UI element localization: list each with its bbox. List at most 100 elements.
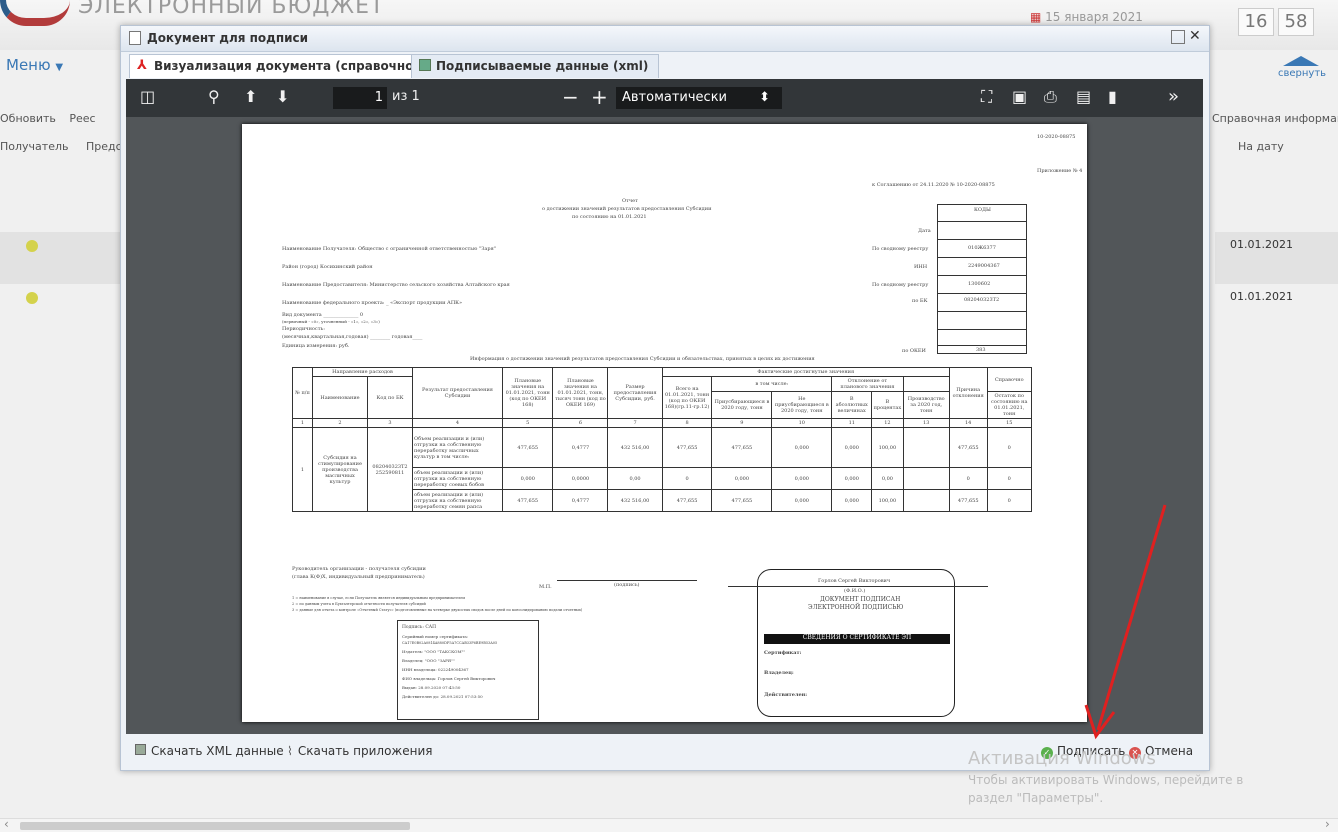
calendar-icon: ▦ [1030,10,1046,24]
label-date: Дата [918,228,931,234]
tab-xml[interactable]: Подписываемые данные (xml) [411,54,660,78]
cell: 432 516,00 [607,427,663,468]
th-pct: В процентах [871,391,904,419]
cell: 477,655 [501,427,554,468]
stamp-line: Серийный номер сертификата: [402,634,469,639]
page-number-input[interactable]: 1 [333,87,387,109]
doc-info-title: Информация о достижении значений результ… [470,356,815,362]
doc-line-period-value: (месячная,квартальная,годовая) ________ … [282,334,423,340]
cell: 432 516,00 [607,489,663,512]
bg-col-headers-left: Получатель Предс [0,140,122,153]
zoom-in-icon[interactable]: + [591,87,608,107]
cell: 0,000 [771,489,833,512]
pdf-icon: ⅄ [137,58,147,73]
cell: объем реализации и (или) отгрузки на соб… [412,467,503,490]
stamp-line: Издатель: "ООО "ТАКСКОМ"" [402,649,466,654]
stamp-line: ФИО владельца: Горлов Сергей Викторович [402,676,496,681]
col-on-date[interactable]: На дату [1238,140,1284,153]
sidebar-toggle-icon[interactable]: ◫ [140,87,155,107]
document-icon [129,31,141,45]
cell: объем реализации и (или) отгрузки на соб… [412,489,503,512]
signer-name: Горлов Сергей Викторович [818,578,891,584]
cell [902,427,950,468]
row-name: Субсидия на стимулирование производства … [312,427,368,512]
download-attachments-label: Скачать приложения [297,744,433,758]
label-inn: ИНН [914,264,928,270]
fio-label: (Ф.И.О.) [844,588,866,594]
cell [902,489,950,512]
cell: 477,655 [711,427,773,468]
close-icon[interactable]: ✕ [1189,28,1201,44]
th-rest: Остаток по состоянию на 01.01.2021, тонн [986,391,1032,419]
xml-icon [419,59,431,71]
cell: 0 [986,489,1032,512]
th-fact: Фактические достигнутые значения [661,367,950,377]
download-xml-button[interactable]: Скачать XML данные [135,744,284,758]
col-pred[interactable]: Предс [86,140,122,153]
sign-label-2: (глава К(Ф)Х, индивидуальный предпринима… [292,574,425,580]
label-reestr-2: По сводному реестру [872,282,929,288]
cell: 477,655 [661,427,713,468]
zoom-out-icon[interactable]: − [562,87,579,107]
tab-visualization-label: Визуализация документа (справочно) [154,59,419,73]
cert-field: Сертификат: [764,650,802,656]
bg-reference-info[interactable]: Справочная информация [1212,112,1338,125]
maximize-icon[interactable] [1171,30,1185,44]
select-arrows-icon: ⬍ [759,90,770,105]
tab-visualization[interactable]: ⅄ Визуализация документа (справочно) [129,54,430,78]
th-incl: в том числе: [711,376,833,392]
next-page-icon[interactable]: ⬇ [276,87,289,107]
cell: 0,000 [771,427,833,468]
bookmark-icon[interactable]: ▮ [1108,87,1117,107]
small-signature-stamp: Подпись: САП Серийный номер сертификата:… [397,620,539,720]
pdf-toolbar: ◫ ⚲ ⬆ ⬇ 1 из 1 − + Автоматически ⬍ ⛶ ▣ ⎙ … [126,79,1203,117]
th-abs: В абсолютных величинах [831,391,873,419]
zoom-value: Автоматически [622,90,728,105]
th-total: Всего на 01.01.2021, тонн (код по ОКЕИ 1… [661,376,713,419]
cell: 0,4777 [552,489,609,512]
colnum: 6 [552,418,609,428]
colnum: 5 [501,418,554,428]
watermark-line-1: Чтобы активировать Windows, перейдите в [968,773,1244,787]
clock-minutes: 58 [1278,8,1314,36]
watermark-title: Активация Windows [968,748,1156,769]
th-prod: Производство за 2020 год, тонн [902,391,950,419]
scroll-right-icon[interactable]: › [1325,817,1330,831]
app-title: ЭЛЕКТРОННЫЙ БЮДЖЕТ [78,0,385,19]
chevron-down-icon: ▼ [55,62,64,73]
col-recipient[interactable]: Получатель [0,140,68,153]
cell: 477,655 [948,427,988,468]
download-attachments-button[interactable]: ⌇ Скачать приложения [287,744,433,758]
refresh-button[interactable]: Обновить [0,112,56,125]
colnum: 14 [948,418,988,428]
doc-appendix: Приложение № 4 [1037,168,1083,174]
zoom-select[interactable]: Автоматически ⬍ [616,87,782,109]
bg-row-selected-right[interactable]: 01.01.2021 [1215,232,1338,284]
colnum: 10 [771,418,833,428]
scrollbar-thumb[interactable] [20,822,410,830]
menu-button[interactable]: Меню ▼ [6,56,63,74]
th-name: Наименование [312,376,368,419]
search-icon[interactable]: ⚲ [208,87,220,107]
presentation-icon[interactable]: ⛶ [981,87,992,107]
more-tools-icon[interactable]: » [1168,87,1179,107]
collapse-label: свернуть [1278,68,1327,79]
colnum: 4 [412,418,503,428]
collapse-button[interactable]: свернуть [1278,56,1326,79]
code-reestr-2: 1300602 [968,281,991,287]
scroll-left-icon[interactable]: ‹ [4,817,9,831]
menu-label: Меню [6,56,51,74]
colnum: 2 [312,418,368,428]
doc-line-doctype-hint: (первичный - «0», уточненный - «1», «2»,… [282,319,380,324]
doc-line-unit: Единица измерения: руб. [282,343,350,349]
open-file-icon[interactable]: ▣ [1012,87,1027,107]
horizontal-scrollbar[interactable]: ‹ › [0,817,1338,832]
print-icon[interactable]: ⎙ [1044,87,1057,107]
download-icon[interactable]: ▤ [1076,87,1091,107]
bg-row-selected[interactable] [0,232,120,284]
row-date: 01.01.2021 [1230,238,1293,251]
prev-page-icon[interactable]: ⬆ [244,87,257,107]
th-dev: Отклонение от планового значения [831,376,904,392]
registry-button[interactable]: Реес [69,112,95,125]
dialog-title: Документ для подписи [147,31,309,45]
